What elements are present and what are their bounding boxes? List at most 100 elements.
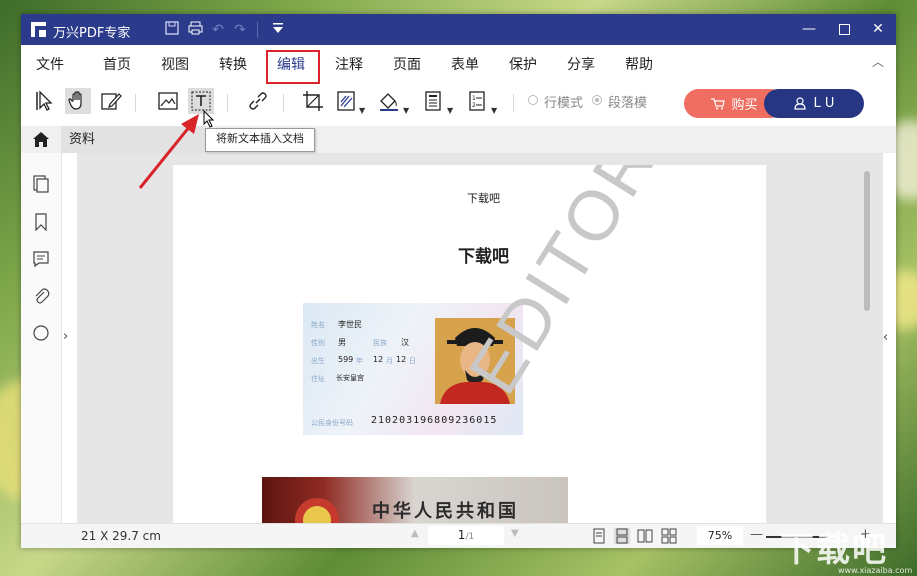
page-number-input[interactable]: 1/1 (428, 526, 504, 545)
home-tab[interactable] (21, 126, 61, 153)
toolbar-separator (135, 94, 136, 112)
expand-right-panel-icon[interactable]: ‹ (883, 330, 888, 345)
id-back-title: 中华人民共和国 (372, 501, 519, 522)
id-name: 李世民 (338, 320, 362, 329)
id-day-unit: 日 (409, 357, 416, 365)
menu-share[interactable]: 分享 (567, 54, 595, 74)
user-icon (793, 97, 806, 110)
line-mode-radio[interactable] (528, 95, 538, 105)
id-gender: 男 (338, 338, 346, 347)
grid-view-icon[interactable] (661, 528, 677, 544)
mouse-cursor-icon (203, 110, 215, 128)
quick-access-dropdown-icon[interactable] (269, 21, 287, 39)
crop-icon[interactable] (300, 88, 326, 114)
toolbar-separator (513, 94, 514, 112)
id-birth-year: 599 (338, 355, 354, 364)
page-heading[interactable]: 下载吧 (173, 242, 766, 267)
attachment-icon[interactable] (32, 287, 50, 305)
print-icon[interactable] (186, 21, 204, 39)
continuous-view-icon[interactable] (614, 528, 630, 544)
add-text-tooltip: 将新文本插入文档 (205, 128, 315, 152)
header-footer-icon[interactable] (420, 88, 446, 114)
link-icon[interactable] (245, 88, 271, 114)
undo-icon[interactable]: ↶ (209, 21, 227, 39)
redo-icon[interactable]: ↷ (231, 21, 249, 39)
menu-file[interactable]: 文件 (36, 54, 64, 74)
document-tab[interactable]: 资料 (61, 126, 206, 153)
menu-home[interactable]: 首页 (103, 54, 131, 74)
menu-protect[interactable]: 保护 (509, 54, 537, 74)
menu-bar: 文件 首页 视图 转换 编辑 注释 页面 表单 保护 分享 帮助 ︿ (21, 45, 896, 79)
svg-text:1: 1 (472, 95, 476, 102)
id-gender-label: 性别 (311, 339, 325, 347)
menu-convert[interactable]: 转换 (219, 54, 247, 74)
title-bar: 万兴PDF专家 ↶ ↷ — ✕ (21, 14, 896, 45)
minimize-button[interactable]: — (792, 14, 826, 45)
add-image-icon[interactable] (155, 88, 181, 114)
menu-page[interactable]: 页面 (393, 54, 421, 74)
home-icon (33, 132, 49, 147)
zoom-out-button[interactable]: — (750, 527, 763, 542)
maximize-button[interactable] (827, 14, 861, 45)
next-page-icon[interactable]: ▼ (511, 528, 519, 539)
user-initials: L U (813, 96, 835, 111)
national-emblem-icon (295, 498, 339, 523)
page-header-text[interactable]: 下载吧 (173, 190, 766, 206)
toolbar-separator (283, 94, 284, 112)
site-watermark-url: www.xiazaiba.com (838, 566, 913, 575)
watermark-dropdown-icon[interactable]: ▼ (359, 106, 365, 115)
titlebar-divider (257, 22, 258, 38)
cart-icon (711, 97, 726, 109)
app-logo-icon (31, 22, 46, 37)
zoom-level[interactable]: 75% (697, 526, 743, 545)
bates-number-icon[interactable]: 12 (464, 88, 490, 114)
app-window: 万兴PDF专家 ↶ ↷ — ✕ 文件 首页 视图 转换 编辑 注释 页面 表单 … (21, 14, 896, 548)
id-number-label: 公民身份号码 (311, 419, 353, 427)
prev-page-icon[interactable]: ▲ (411, 528, 419, 539)
menu-form[interactable]: 表单 (451, 54, 479, 74)
menu-help[interactable]: 帮助 (625, 54, 653, 74)
pages-thumbnail-icon[interactable] (32, 175, 50, 193)
id-number: 210203196809236015 (371, 415, 498, 426)
single-page-view-icon[interactable] (591, 528, 607, 544)
id-birth-label: 出生 (311, 357, 325, 365)
two-page-view-icon[interactable] (637, 528, 653, 544)
id-ethnic: 汉 (401, 338, 409, 347)
buy-button-label: 购买 (731, 98, 758, 113)
id-address-label: 住址 (311, 375, 325, 383)
watermark-icon[interactable] (333, 88, 359, 114)
line-mode-label: 行模式 (544, 96, 584, 111)
background-dropdown-icon[interactable]: ▼ (403, 106, 409, 115)
background-icon[interactable] (376, 88, 402, 114)
bates-dropdown-icon[interactable]: ▼ (491, 106, 497, 115)
id-year-unit: 年 (356, 357, 363, 365)
header-footer-dropdown-icon[interactable]: ▼ (447, 106, 453, 115)
search-icon[interactable] (32, 324, 50, 342)
id-month-unit: 月 (386, 357, 393, 365)
site-watermark: 下载吧 (780, 530, 888, 570)
menu-view[interactable]: 视图 (161, 54, 189, 74)
page-dimensions: 21 X 29.7 cm (81, 529, 161, 543)
bookmark-icon[interactable] (32, 213, 50, 231)
paragraph-mode-label: 段落模 (608, 96, 648, 111)
edit-menu-highlight (266, 50, 320, 84)
pdf-page[interactable]: 下载吧 下载吧 姓名 李世民 性别 男 民族 汉 出生 599 年 12 月 1… (173, 165, 766, 523)
id-birth-day: 12 (396, 355, 407, 364)
document-tab-label: 资料 (69, 132, 96, 147)
select-tool-icon[interactable] (33, 88, 59, 114)
edit-tool-icon[interactable] (98, 88, 124, 114)
user-account-button[interactable]: L U (764, 89, 864, 118)
id-card-back-image[interactable]: 中华人民共和国 (262, 477, 568, 523)
hand-tool-icon[interactable] (65, 88, 91, 114)
expand-sidebar-icon[interactable]: › (63, 329, 68, 344)
vertical-scrollbar[interactable] (864, 171, 870, 311)
paragraph-mode-radio[interactable] (592, 95, 602, 105)
comment-icon[interactable] (32, 250, 50, 268)
save-icon[interactable] (163, 21, 181, 39)
close-button[interactable]: ✕ (861, 14, 895, 45)
toolbar-separator (227, 94, 228, 112)
id-ethnic-label: 民族 (373, 339, 387, 347)
menu-annotate[interactable]: 注释 (335, 54, 363, 74)
id-birth-month: 12 (373, 355, 384, 364)
collapse-ribbon-icon[interactable]: ︿ (872, 53, 884, 70)
